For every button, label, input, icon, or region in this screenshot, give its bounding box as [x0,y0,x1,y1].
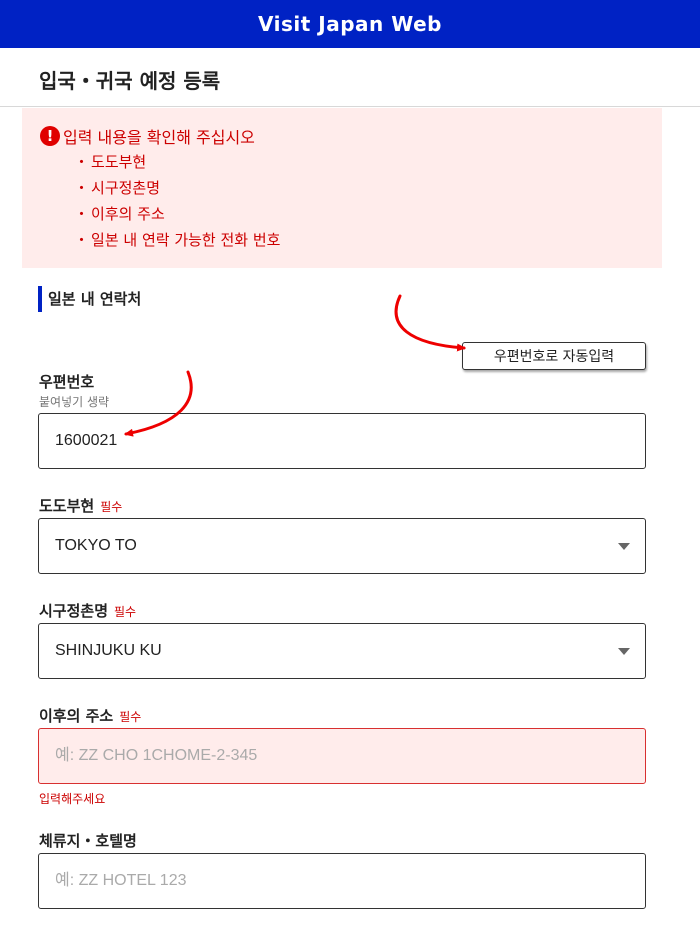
hotel-label: 체류지・호텔명 [39,832,137,850]
prefecture-value: TOKYO TO [55,537,137,554]
exclamation-circle-icon: ! [40,126,60,146]
required-badge: 필수 [100,500,123,514]
error-summary-heading: 입력 내용을 확인해 주십시오 [63,128,255,147]
postal-code-input[interactable] [38,413,646,469]
error-item-city[interactable]: 시구정촌명 [74,175,280,201]
city-value: SHINJUKU KU [55,642,162,659]
postal-code-hint: 붙여넣기 생략 [39,395,110,409]
app-header: Visit Japan Web [0,0,700,48]
error-summary: ! 입력 내용을 확인해 주십시오 도도부현 시구정촌명 이후의 주소 일본 내… [22,108,662,268]
city-label: 시구정촌명 필수 [39,602,137,620]
annotation-arrow-to-autofill-button [394,294,466,352]
postal-code-label: 우편번호 [39,373,95,391]
error-item-address[interactable]: 이후의 주소 [74,201,280,227]
required-badge: 필수 [114,605,137,619]
postal-autofill-button[interactable]: 우편번호로 자동입력 [462,342,646,370]
error-item-prefecture[interactable]: 도도부현 [74,149,280,175]
address-input[interactable] [38,728,646,784]
city-select[interactable]: SHINJUKU KU [38,623,646,679]
error-summary-list: 도도부현 시구정촌명 이후의 주소 일본 내 연락 가능한 전화 번호 [74,149,280,253]
error-item-phone[interactable]: 일본 내 연락 가능한 전화 번호 [74,227,280,253]
prefecture-label: 도도부현 필수 [39,497,123,515]
caret-down-icon [618,648,630,655]
caret-down-icon [618,543,630,550]
section-title: 일본 내 연락처 [38,286,141,312]
page-header: 입국・귀국 예정 등록 [0,48,700,107]
address-label: 이후의 주소 필수 [39,707,142,725]
prefecture-select[interactable]: TOKYO TO [38,518,646,574]
address-error-message: 입력해주세요 [39,792,106,806]
required-badge: 필수 [119,710,142,724]
hotel-input[interactable] [38,853,646,909]
app-title: Visit Japan Web [258,12,442,36]
page-title: 입국・귀국 예정 등록 [39,69,221,93]
